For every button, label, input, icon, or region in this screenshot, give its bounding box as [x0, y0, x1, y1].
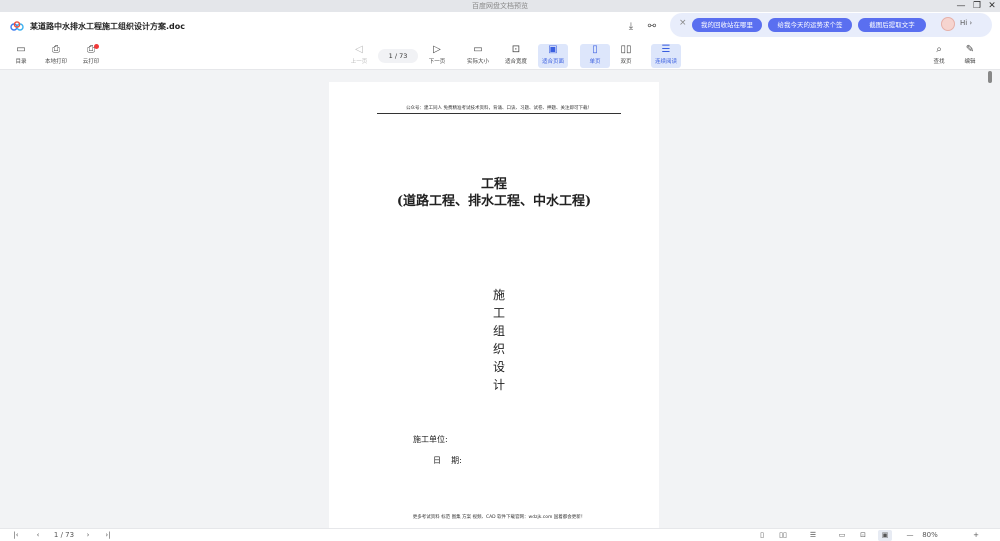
download-icon[interactable]: ⤓	[624, 20, 638, 34]
page-indicator[interactable]: 1 / 73	[48, 530, 80, 541]
edit-label: 编辑	[964, 59, 976, 65]
notification-dot	[94, 44, 99, 49]
find-button[interactable]: ⌕ 查找	[924, 44, 954, 68]
zoom-level[interactable]: 80%	[920, 530, 940, 541]
actual-size-icon: ▭	[473, 44, 483, 55]
window-title-bar: 百度网盘文档预览 — ❐ ✕	[0, 0, 1000, 12]
document-viewer[interactable]: 公众号：建工同人 免费精准考试技术资料，背诵、口诀、习题、试卷、押题、关注即可下…	[0, 71, 1000, 528]
catalog-button[interactable]: ▭ 目录	[6, 44, 36, 68]
actual-size-small-icon[interactable]: ▭	[836, 530, 848, 541]
printer-icon: ⎙	[52, 44, 60, 55]
viewer-toolbar: ▭ 目录 ⎙ 本地打印 ⎙ 云打印 ◁ 上一页 1 / 73 ▷ 下一页 ▭ 实…	[0, 40, 1000, 70]
vertical-char: 计	[493, 378, 506, 392]
continuous-view-icon[interactable]: ☰	[807, 530, 819, 541]
continuous-reading-icon: ☰	[661, 44, 671, 55]
vertical-char: 工	[493, 306, 506, 320]
vertical-scrollbar[interactable]	[988, 71, 992, 83]
prev-page-label: 上一页	[350, 59, 368, 65]
share-icon[interactable]: ⚯	[645, 20, 659, 34]
fit-width-button[interactable]: ⊡ 适合宽度	[501, 44, 531, 68]
cloud-print-label: 云打印	[82, 59, 100, 65]
ai-chip-recycle-bin[interactable]: 我的回收站在哪里	[692, 18, 762, 32]
close-window-button[interactable]: ✕	[983, 0, 1000, 12]
prev-page-button[interactable]: ◁ 上一页	[344, 44, 374, 68]
next-page-label: 下一页	[428, 59, 446, 65]
page-header: 公众号：建工同人 免费精准考试技术资料，背诵、口诀、习题、试卷、押题、关注即可下…	[377, 105, 621, 114]
next-page-button[interactable]: ▷ 下一页	[422, 44, 452, 68]
ai-chip-fortune[interactable]: 给我今天的运势求个签	[768, 18, 852, 32]
continuous-reading-label: 连续阅读	[654, 59, 677, 65]
ai-bar-close-icon[interactable]: ×	[679, 18, 687, 28]
document-tab[interactable]: 某道路中水排水工程施工组织设计方案.doc	[10, 18, 185, 34]
next-page-icon: ▷	[433, 44, 441, 55]
edit-button[interactable]: ✎ 编辑	[955, 44, 985, 68]
fit-page-icon: ▣	[548, 44, 558, 55]
doc-title-line2: (道路工程、排水工程、中水工程)	[396, 194, 592, 209]
single-page-icon: ▯	[592, 44, 598, 55]
fit-page-button[interactable]: ▣ 适合页面	[538, 44, 568, 68]
double-view-icon[interactable]: ▯▯	[776, 530, 790, 541]
local-print-label: 本地打印	[44, 59, 67, 65]
vertical-char: 织	[493, 342, 506, 356]
single-page-button[interactable]: ▯ 单页	[580, 44, 610, 68]
prev-page-small-icon[interactable]: ‹	[32, 530, 44, 541]
next-page-small-icon[interactable]: ›	[82, 530, 94, 541]
construction-unit-label: 施工单位:	[413, 435, 448, 444]
page-number-input[interactable]: 1 / 73	[378, 49, 418, 63]
app-title: 百度网盘文档预览	[472, 2, 528, 10]
double-page-label: 双页	[620, 59, 632, 65]
fit-width-icon: ⊡	[511, 44, 521, 55]
catalog-label: 目录	[15, 59, 27, 65]
fit-page-label: 适合页面	[541, 59, 564, 65]
cloud-print-button[interactable]: ⎙ 云打印	[76, 44, 106, 68]
actual-size-button[interactable]: ▭ 实际大小	[463, 44, 493, 68]
status-bar: |‹ ‹ 1 / 73 › ›| ▯ ▯▯ ☰ ▭ ⊡ ▣ — 80% +	[0, 528, 1000, 541]
vertical-char: 组	[493, 324, 506, 338]
find-label: 查找	[933, 59, 945, 65]
vertical-title: 施 工 组 织 设 计	[493, 286, 507, 394]
zoom-in-button[interactable]: +	[970, 530, 982, 541]
double-page-button[interactable]: ▯▯ 双页	[611, 44, 641, 68]
search-icon: ⌕	[936, 44, 942, 55]
double-page-icon: ▯▯	[620, 44, 632, 55]
single-view-icon[interactable]: ▯	[756, 530, 768, 541]
fit-width-small-icon[interactable]: ⊡	[857, 530, 869, 541]
vertical-char: 施	[493, 288, 506, 302]
local-print-button[interactable]: ⎙ 本地打印	[41, 44, 71, 68]
page-footer: 更多考试资料 标范 图集 方案 视频、CAD 软件下载官网：wdzjk.com …	[412, 515, 586, 520]
last-page-icon[interactable]: ›|	[100, 530, 116, 541]
document-title: 某道路中水排水工程施工组织设计方案.doc	[30, 21, 186, 31]
zoom-out-button[interactable]: —	[904, 530, 916, 541]
ai-assistant-bar: × 我的回收站在哪里 给我今天的运势求个签 截图后提取文字 Hi ›	[670, 13, 992, 37]
fit-page-small-icon[interactable]: ▣	[878, 530, 892, 541]
actual-size-label: 实际大小	[466, 59, 489, 65]
vertical-char: 设	[493, 360, 506, 374]
catalog-icon: ▭	[16, 44, 26, 55]
assistant-greeting[interactable]: Hi ›	[960, 19, 972, 27]
document-page: 公众号：建工同人 免费精准考试技术资料，背诵、口诀、习题、试卷、押题、关注即可下…	[329, 82, 659, 528]
fit-width-label: 适合宽度	[504, 59, 527, 65]
prev-page-icon: ◁	[355, 44, 363, 55]
cloud-printer-icon: ⎙	[87, 44, 95, 55]
pencil-icon: ✎	[965, 44, 975, 55]
continuous-reading-button[interactable]: ☰ 连续阅读	[651, 44, 681, 68]
single-page-label: 单页	[589, 59, 601, 65]
baidu-cloud-icon	[10, 21, 24, 31]
ai-chip-extract-text[interactable]: 截图后提取文字	[858, 18, 926, 32]
date-label: 日 期:	[433, 456, 462, 465]
first-page-icon[interactable]: |‹	[10, 530, 22, 541]
assistant-avatar-icon[interactable]	[941, 17, 955, 31]
